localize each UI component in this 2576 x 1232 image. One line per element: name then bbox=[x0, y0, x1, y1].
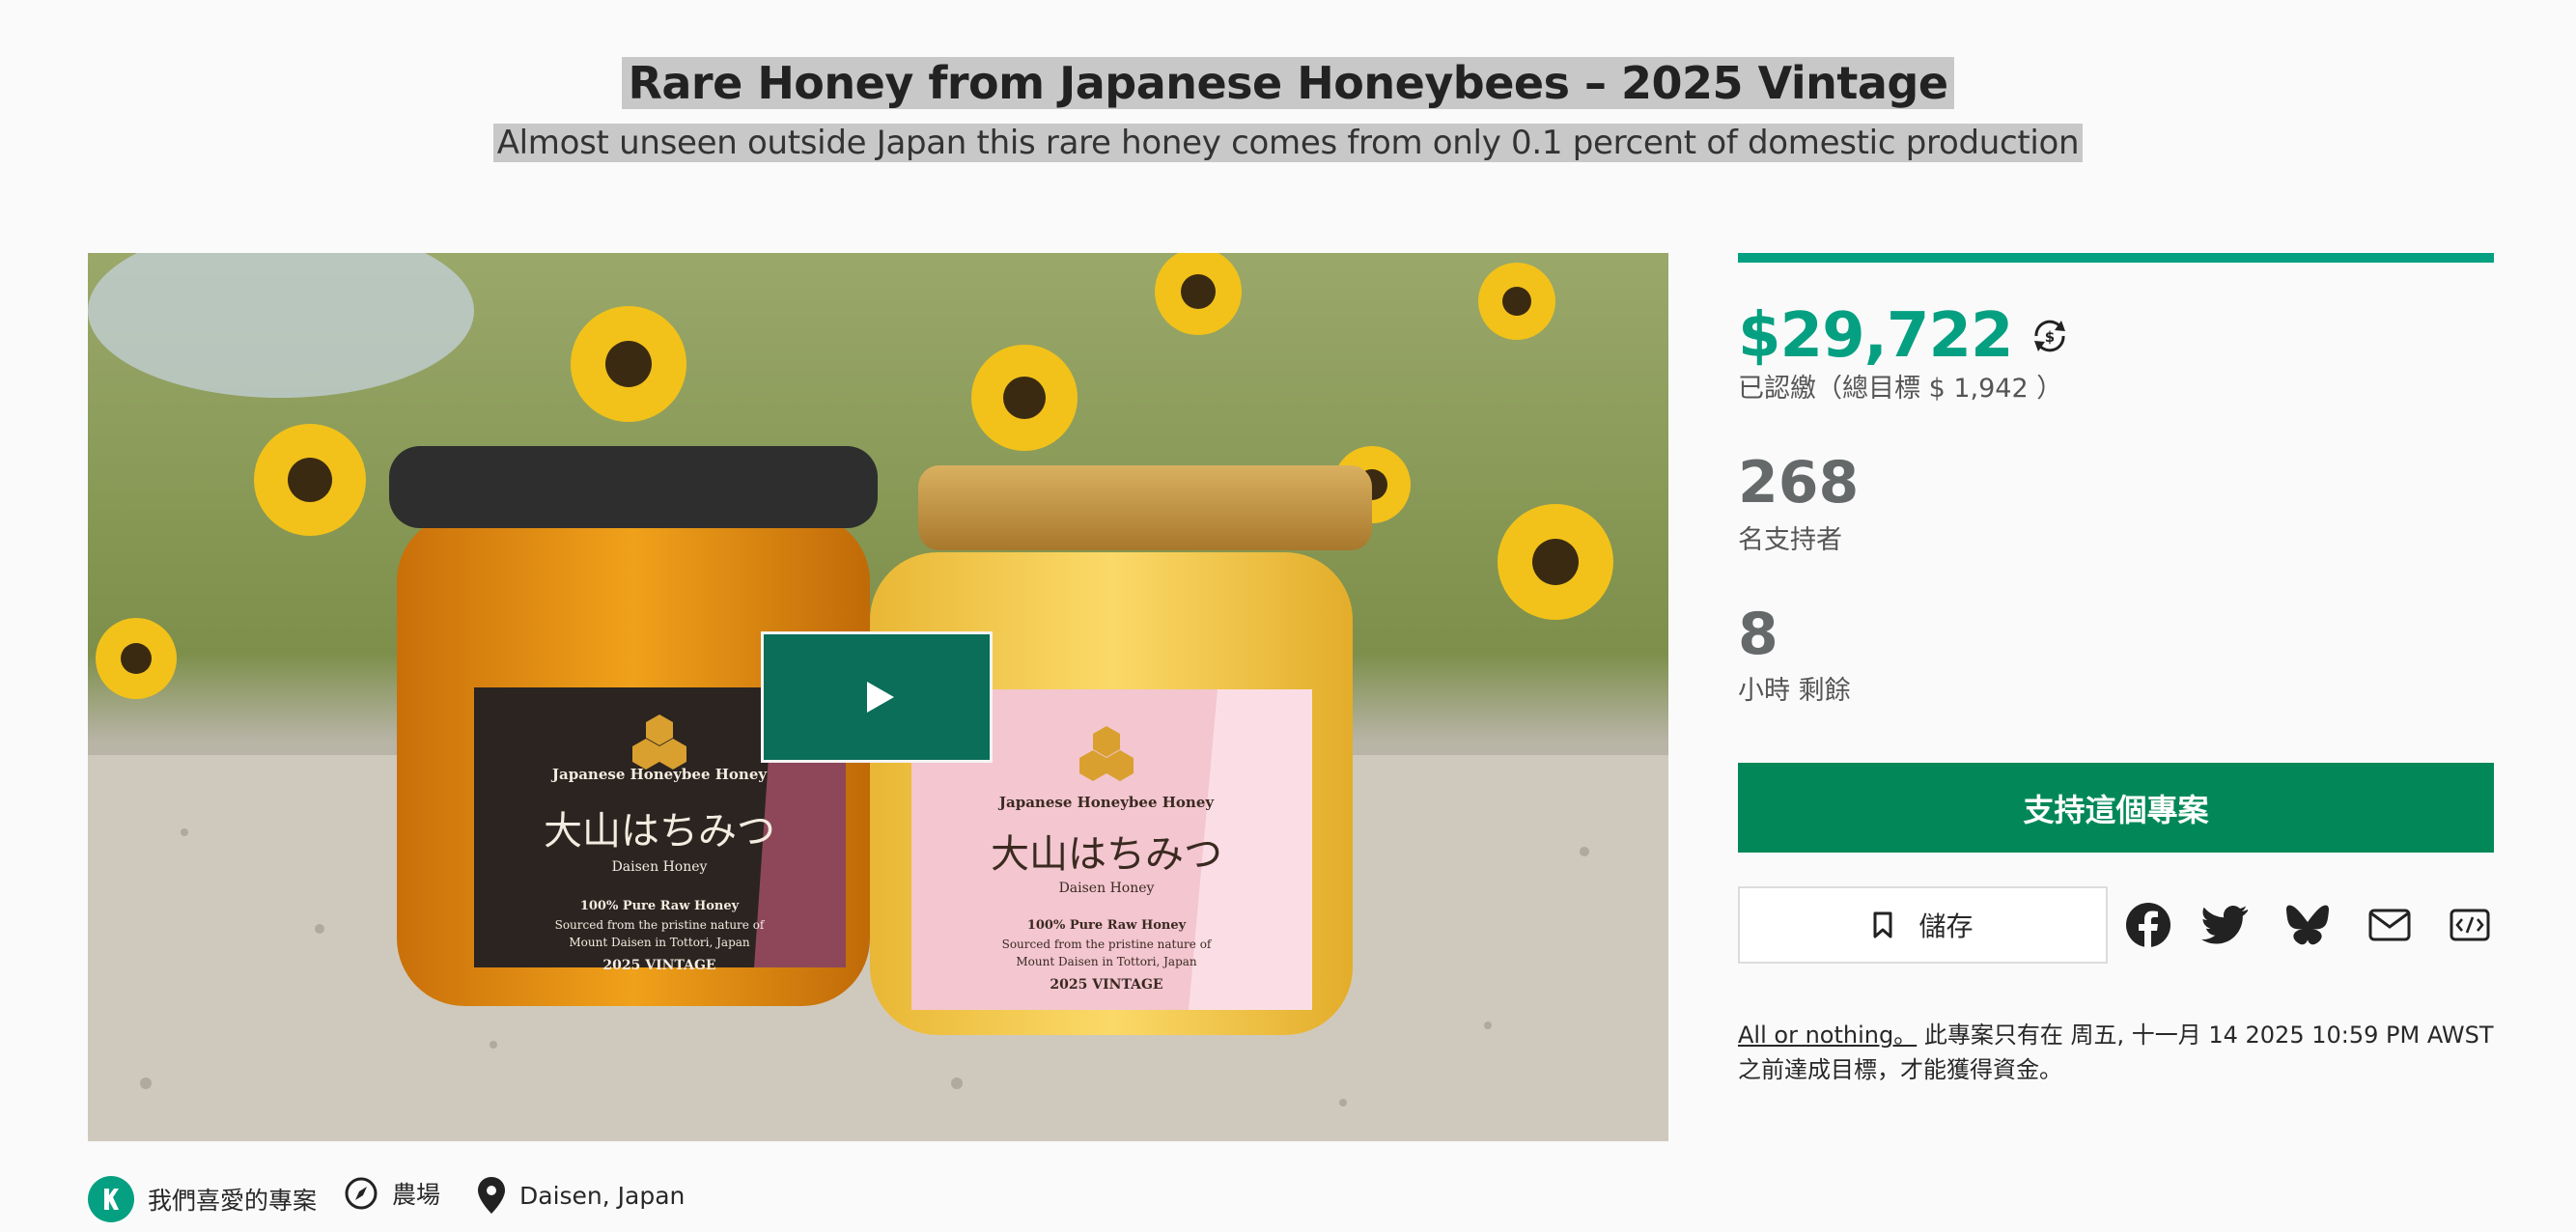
funding-progress-fill bbox=[1738, 253, 2494, 263]
kickstarter-k-icon bbox=[88, 1176, 134, 1222]
jar2-label-name-en: Daisen Honey bbox=[1059, 881, 1155, 896]
jar2-label-desc3: Mount Daisen in Tottori, Japan bbox=[1016, 955, 1197, 968]
jar1-label-desc1: 100% Pure Raw Honey bbox=[580, 899, 740, 913]
location-tag[interactable]: Daisen, Japan bbox=[477, 1176, 685, 1215]
project-subtitle: Almost unseen outside Japan this rare ho… bbox=[492, 124, 2084, 162]
funding-model-note: All or nothing。 此專案只有在 周五, 十一月 14 2025 1… bbox=[1738, 1018, 2510, 1087]
project-title: Rare Honey from Japanese Honeybees – 202… bbox=[622, 57, 1954, 109]
pledged-amount: $29,722 bbox=[1738, 300, 2013, 372]
currency-conversion-icon[interactable]: $ bbox=[2029, 315, 2071, 357]
bookmark-icon bbox=[1873, 911, 1892, 938]
facebook-icon[interactable] bbox=[2124, 901, 2172, 949]
jar2-label-vintage: 2025 VINTAGE bbox=[1050, 977, 1162, 993]
project-video[interactable]: Japanese Honeybee Honey 大山はちみつ Daisen Ho… bbox=[88, 253, 1668, 1141]
embed-icon[interactable] bbox=[2446, 901, 2494, 949]
projects-we-love-label: 我們喜愛的專案 bbox=[148, 1187, 318, 1215]
time-remaining-count: 8 bbox=[1738, 601, 1778, 668]
play-icon bbox=[867, 682, 894, 713]
play-button[interactable] bbox=[761, 631, 993, 763]
projects-we-love-tag[interactable]: 我們喜愛的專案 bbox=[88, 1176, 317, 1222]
jar1-label-line1: Japanese Honeybee Honey bbox=[550, 766, 768, 783]
pledged-label: 已認繳（總目標 $ 1,942 ） bbox=[1738, 374, 2063, 404]
email-icon[interactable] bbox=[2366, 901, 2414, 949]
funding-progress-bar bbox=[1738, 253, 2494, 263]
location-label: Daisen, Japan bbox=[519, 1181, 686, 1210]
jar1-label-desc2: Sourced from the pristine nature of bbox=[555, 918, 766, 932]
twitter-icon[interactable] bbox=[2201, 901, 2250, 949]
jar1-label-name: 大山はちみつ bbox=[544, 809, 775, 854]
jar1-label-vintage: 2025 VINTAGE bbox=[602, 958, 715, 973]
all-or-nothing-link[interactable]: All or nothing。 bbox=[1738, 1022, 1917, 1049]
svg-text:$: $ bbox=[2044, 328, 2054, 346]
category-label: 農場 bbox=[392, 1181, 441, 1209]
backers-label: 名支持者 bbox=[1738, 525, 1842, 555]
bluesky-icon[interactable] bbox=[2283, 901, 2332, 949]
backers-count: 268 bbox=[1738, 449, 1860, 517]
back-project-button[interactable]: 支持這個專案 bbox=[1738, 763, 2494, 853]
save-button[interactable]: 儲存 bbox=[1738, 886, 2108, 964]
save-label: 儲存 bbox=[1918, 910, 1974, 942]
time-remaining-label: 小時 剩餘 bbox=[1738, 676, 1851, 706]
jar1-label-desc3: Mount Daisen in Tottori, Japan bbox=[569, 936, 750, 949]
jar2-label-desc1: 100% Pure Raw Honey bbox=[1027, 918, 1187, 933]
jar2-label-line1: Japanese Honeybee Honey bbox=[997, 794, 1215, 811]
location-pin-icon bbox=[477, 1176, 506, 1215]
category-tag[interactable]: 農場 bbox=[344, 1176, 440, 1211]
project-header: Rare Honey from Japanese Honeybees – 202… bbox=[0, 52, 2576, 168]
jar2-label-name: 大山はちみつ bbox=[991, 832, 1222, 877]
pledged-row: $29,722 $ bbox=[1738, 297, 2494, 375]
compass-icon bbox=[344, 1176, 378, 1211]
jar1-label-name-en: Daisen Honey bbox=[612, 859, 708, 875]
jar2-label-desc2: Sourced from the pristine nature of bbox=[1002, 938, 1213, 951]
